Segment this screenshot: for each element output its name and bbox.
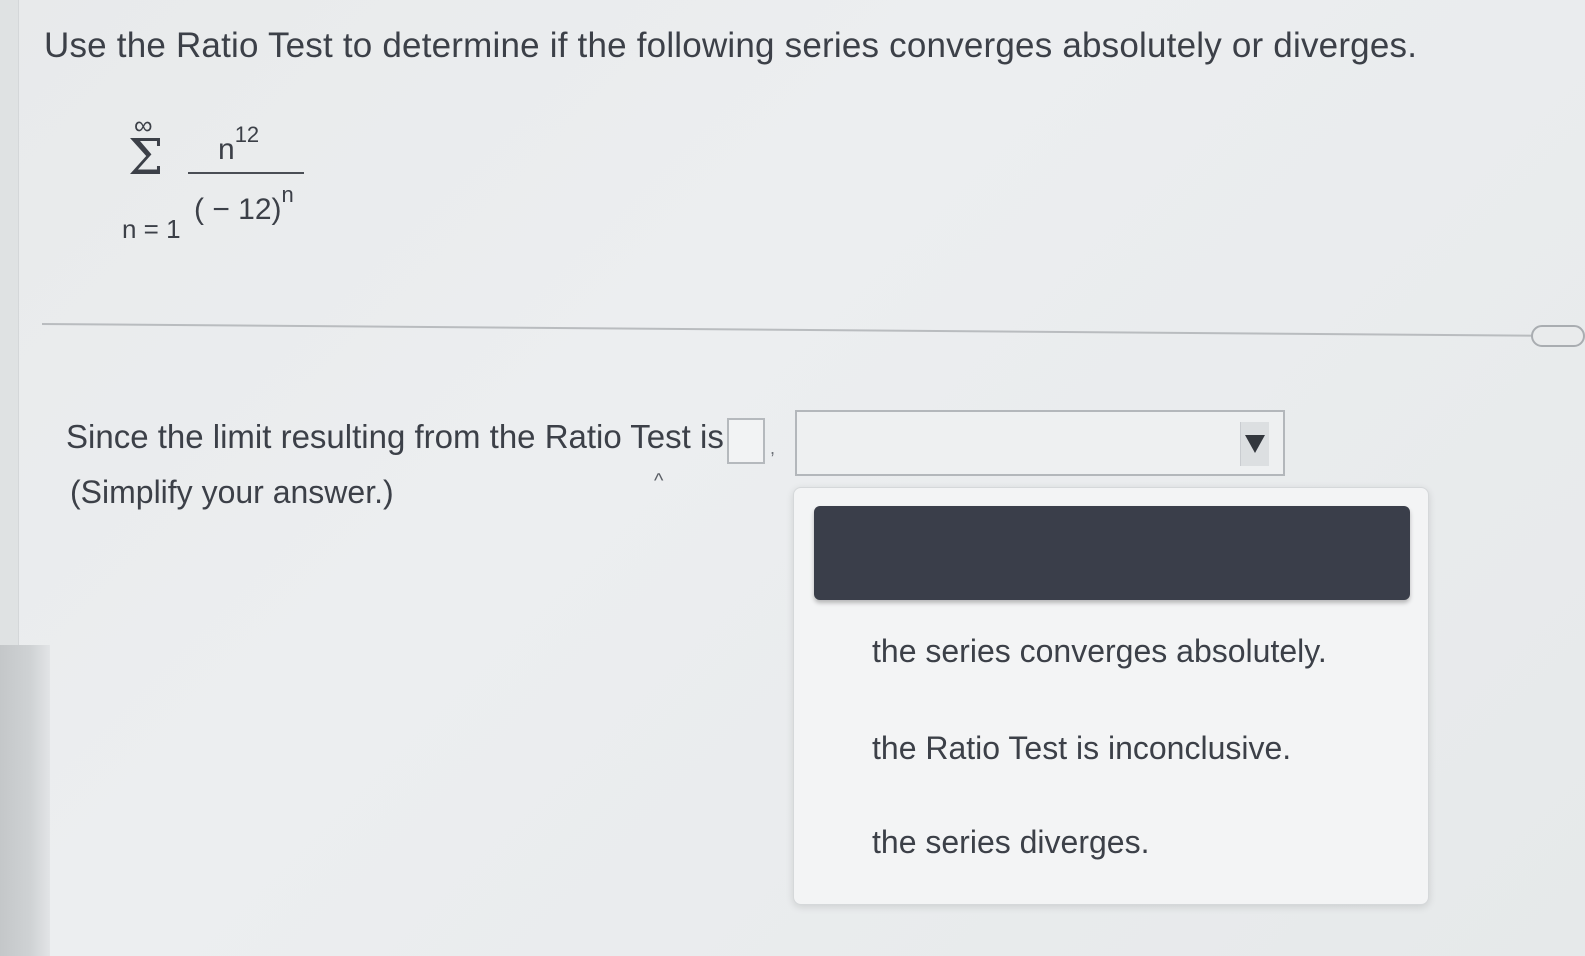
section-divider bbox=[41, 323, 1542, 337]
dropdown-option-converges[interactable]: the series converges absolutely. bbox=[872, 633, 1327, 670]
limit-answer-input[interactable] bbox=[727, 418, 765, 464]
numerator-base: n bbox=[218, 133, 235, 166]
denominator-exponent: n bbox=[281, 182, 294, 207]
numerator-exponent: 12 bbox=[234, 122, 260, 147]
sigma-symbol: Σ bbox=[128, 128, 164, 186]
dropdown-option-blank[interactable] bbox=[814, 506, 1410, 600]
simplify-hint: (Simplify your answer.) bbox=[70, 474, 394, 510]
series-numerator: n12 bbox=[218, 122, 259, 167]
series-expression: ∞ Σ n = 1 n12 ( − 12)n bbox=[118, 110, 338, 250]
answer-lead-text: Since the limit resulting from the Ratio… bbox=[66, 418, 724, 455]
fraction-bar bbox=[188, 172, 304, 174]
caret-icon: ^ bbox=[654, 470, 664, 492]
divider-handle[interactable] bbox=[1531, 325, 1585, 347]
conclusion-select[interactable] bbox=[795, 410, 1285, 476]
triangle-down-icon bbox=[1245, 435, 1265, 453]
dropdown-arrow[interactable] bbox=[1240, 422, 1269, 466]
series-denominator: ( − 12)n bbox=[194, 182, 294, 227]
scrollbar-thumb[interactable] bbox=[0, 645, 50, 956]
dropdown-option-diverges[interactable]: the series diverges. bbox=[872, 824, 1149, 861]
question-prompt: Use the Ratio Test to determine if the f… bbox=[44, 26, 1418, 65]
denominator-base: ( − 12) bbox=[194, 193, 282, 226]
answer-separator: , bbox=[770, 438, 776, 458]
sum-lower-limit: n = 1 bbox=[122, 214, 181, 244]
conclusion-dropdown-menu: the series converges absolutely. the Rat… bbox=[793, 487, 1429, 905]
dropdown-option-inconclusive[interactable]: the Ratio Test is inconclusive. bbox=[872, 730, 1291, 767]
